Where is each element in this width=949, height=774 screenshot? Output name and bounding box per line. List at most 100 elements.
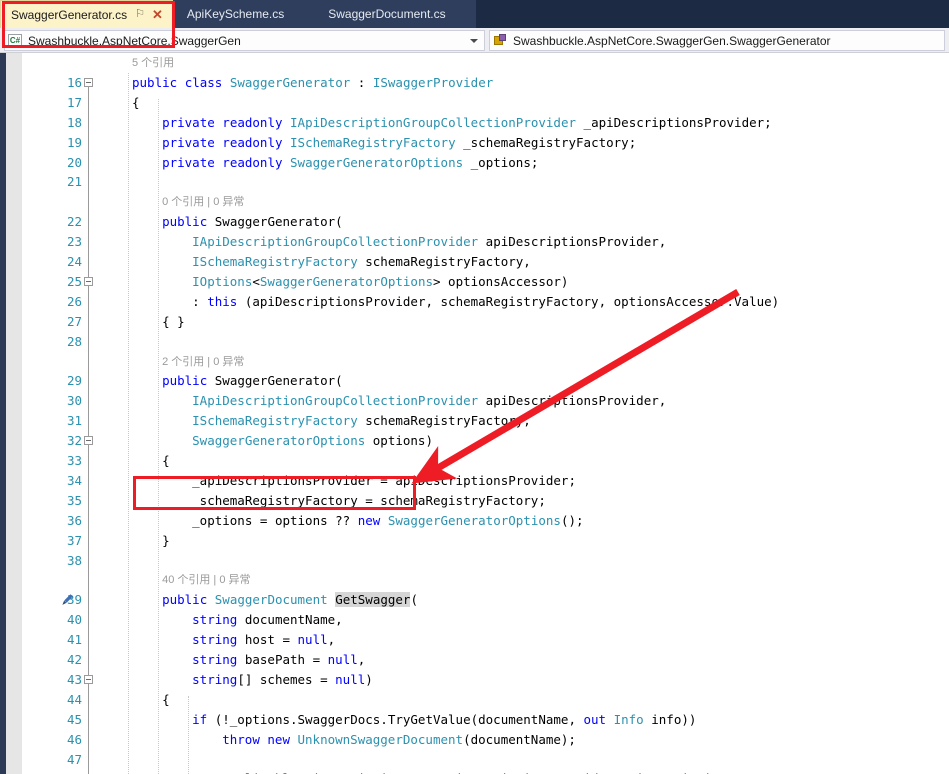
collapse-toggle[interactable] bbox=[84, 77, 93, 87]
line-number: 45 bbox=[66, 711, 82, 727]
code-line[interactable]: private readonly ISchemaRegistryFactory … bbox=[162, 133, 636, 153]
code-token: this bbox=[207, 293, 245, 309]
line-number: 34 bbox=[66, 472, 82, 488]
line-number: 30 bbox=[66, 393, 82, 409]
code-line[interactable]: SwaggerGeneratorOptions options) bbox=[192, 431, 433, 451]
code-token: : bbox=[192, 293, 208, 309]
code-line[interactable]: public class SwaggerGenerator : ISwagger… bbox=[132, 73, 493, 93]
collapse-toggle[interactable] bbox=[84, 674, 93, 684]
code-token: string bbox=[192, 652, 245, 667]
code-token: IApiDescriptionGroupCollectionProvider bbox=[192, 234, 479, 250]
code-line[interactable]: public SwaggerGenerator( bbox=[162, 212, 343, 232]
code-token: Info bbox=[613, 711, 644, 727]
code-token: (apiDescriptionsProvider, schemaRegistry… bbox=[244, 293, 780, 309]
code-token: schemaRegistryFactory, bbox=[357, 254, 531, 269]
code-line[interactable]: { } bbox=[162, 312, 185, 332]
codelens-indicator[interactable]: 5 个引用 bbox=[132, 54, 174, 74]
quick-actions-icon[interactable] bbox=[60, 593, 74, 607]
tab-list: SwaggerGenerator.cs ⚐ ✕ ApiKeyScheme.cs Swag… bbox=[0, 0, 476, 28]
line-number: 22 bbox=[66, 214, 82, 230]
line-number: 25 bbox=[66, 273, 82, 289]
code-token: (!_options.SwaggerDocs.TryGetValue(docum… bbox=[214, 711, 584, 727]
tab-label: ApiKeyScheme.cs bbox=[186, 7, 285, 21]
code-token: SwaggerGenerator bbox=[229, 74, 351, 90]
line-number: 42 bbox=[66, 652, 82, 667]
code-token: apiDescriptionsProvider, bbox=[478, 234, 667, 250]
code-line[interactable]: } bbox=[162, 531, 170, 551]
code-token: class bbox=[184, 74, 230, 90]
code-token: ISchemaRegistryFactory bbox=[290, 134, 456, 150]
code-token: _apiDescriptionsProvider; bbox=[576, 114, 772, 130]
code-line[interactable]: { bbox=[162, 451, 170, 471]
codelens-indicator[interactable]: 0 个引用 | 0 异常 bbox=[162, 193, 244, 213]
chevron-down-icon[interactable] bbox=[470, 39, 478, 43]
member-dropdown[interactable]: Swashbuckle.AspNetCore.SwaggerGen.Swagge… bbox=[489, 30, 945, 51]
code-token: null bbox=[335, 671, 366, 687]
code-token: new bbox=[357, 512, 388, 528]
code-token: , bbox=[327, 632, 336, 648]
code-token: private bbox=[162, 154, 223, 170]
line-number: 23 bbox=[66, 234, 82, 250]
code-token: private bbox=[162, 114, 223, 130]
code-line[interactable]: { bbox=[162, 690, 170, 710]
code-line[interactable]: string[] schemes = null) bbox=[192, 670, 373, 690]
code-line[interactable]: IApiDescriptionGroupCollectionProvider a… bbox=[192, 232, 666, 252]
line-number: 27 bbox=[66, 313, 82, 329]
tab-swaggerdocument-cs[interactable]: SwaggerDocument.cs bbox=[314, 0, 476, 28]
code-token: ISchemaRegistryFactory bbox=[192, 413, 358, 429]
code-line[interactable]: string documentName, bbox=[192, 610, 343, 630]
code-line[interactable]: { bbox=[132, 93, 140, 113]
code-line[interactable]: IApiDescriptionGroupCollectionProvider a… bbox=[192, 391, 666, 411]
codelens-indicator[interactable]: 40 个引用 | 0 异常 bbox=[162, 571, 250, 591]
code-token: SwaggerGeneratorOptions bbox=[192, 433, 366, 449]
code-line[interactable]: public SwaggerDocument GetSwagger( bbox=[162, 590, 418, 610]
code-line[interactable]: _schemaRegistryFactory = schemaRegistryF… bbox=[192, 491, 546, 511]
code-token: new bbox=[267, 731, 298, 747]
code-token: { bbox=[162, 453, 170, 468]
code-line[interactable]: public SwaggerGenerator( bbox=[162, 371, 343, 391]
code-line[interactable]: var applicableApiDescriptions = _apiDesc… bbox=[192, 769, 817, 774]
collapse-toggle[interactable] bbox=[84, 436, 93, 446]
code-line[interactable]: : this (apiDescriptionsProvider, schemaR… bbox=[192, 292, 779, 312]
code-line[interactable]: IOptions<SwaggerGeneratorOptions> option… bbox=[192, 272, 568, 292]
code-line[interactable]: private readonly SwaggerGeneratorOptions… bbox=[162, 153, 538, 173]
code-line[interactable]: _apiDescriptionsProvider = apiDescriptio… bbox=[192, 471, 576, 491]
close-icon[interactable]: ✕ bbox=[152, 8, 163, 21]
line-number: 32 bbox=[66, 433, 82, 449]
line-number: 19 bbox=[66, 134, 82, 150]
code-line[interactable]: _options = options ?? new SwaggerGenerat… bbox=[192, 511, 583, 531]
line-number: 41 bbox=[66, 632, 82, 648]
namespace-dropdown[interactable]: C# Swashbuckle.AspNetCore.SwaggerGen bbox=[4, 30, 485, 51]
code-line[interactable]: ISchemaRegistryFactory schemaRegistryFac… bbox=[192, 411, 531, 431]
code-line[interactable]: if (!_options.SwaggerDocs.TryGetValue(do… bbox=[192, 710, 696, 730]
code-text-area[interactable]: 5 个引用 16 public class SwaggerGenerator : I… bbox=[0, 53, 949, 774]
code-editor[interactable]: 5 个引用 16 public class SwaggerGenerator : I… bbox=[0, 53, 949, 774]
collapse-toggle[interactable] bbox=[84, 276, 93, 286]
code-token: basePath = bbox=[244, 652, 328, 667]
code-token: host = bbox=[244, 632, 298, 648]
code-token: public bbox=[132, 74, 185, 90]
line-number: 48 bbox=[22, 769, 82, 774]
codelens-indicator[interactable]: 2 个引用 | 0 异常 bbox=[162, 353, 244, 373]
code-token: options) bbox=[365, 433, 433, 449]
pin-icon[interactable]: ⚐ bbox=[135, 0, 145, 28]
code-token: info)) bbox=[643, 711, 697, 727]
code-line[interactable]: string host = null, bbox=[192, 630, 335, 650]
code-line[interactable]: ISchemaRegistryFactory schemaRegistryFac… bbox=[192, 252, 531, 272]
line-number: 16 bbox=[66, 74, 82, 90]
code-line[interactable]: private readonly IApiDescriptionGroupCol… bbox=[162, 113, 772, 133]
code-token: } bbox=[162, 532, 170, 548]
code-token: out bbox=[583, 711, 614, 727]
code-token: _options = options ?? bbox=[192, 512, 358, 528]
code-token: ISwaggerProvider bbox=[372, 74, 494, 90]
fold-region-line bbox=[88, 285, 89, 437]
visual-studio-editor-window: SwaggerGenerator.cs ⚐ ✕ ApiKeyScheme.cs Swag… bbox=[0, 0, 949, 774]
tab-apikeyscheme-cs[interactable]: ApiKeyScheme.cs bbox=[172, 0, 315, 28]
editor-tab-strip: SwaggerGenerator.cs ⚐ ✕ ApiKeyScheme.cs Swag… bbox=[0, 0, 949, 28]
code-line[interactable]: string basePath = null, bbox=[192, 650, 365, 670]
code-token: UnknownSwaggerDocument bbox=[297, 731, 464, 747]
code-token: IApiDescriptionGroupCollectionProvider bbox=[290, 114, 577, 130]
tab-swaggergenerator-cs[interactable]: SwaggerGenerator.cs ⚐ ✕ bbox=[0, 0, 173, 28]
code-line[interactable]: throw new UnknownSwaggerDocument(documen… bbox=[222, 730, 576, 750]
code-token: > optionsAccessor) bbox=[433, 273, 569, 289]
